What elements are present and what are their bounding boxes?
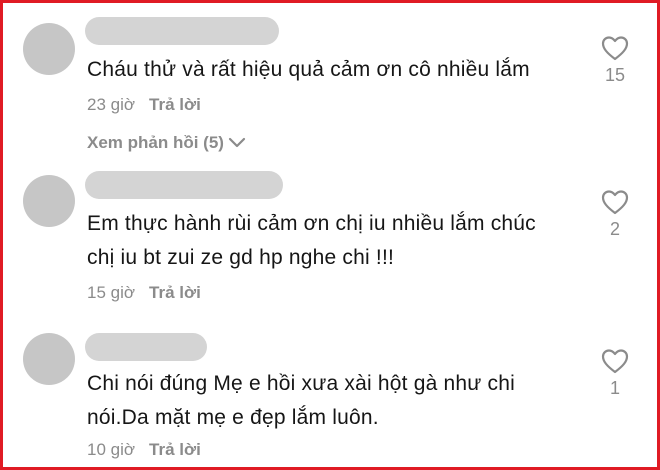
like-count: 1 [609, 378, 620, 398]
comment-text-line: Cháu thử và rất hiệu quả cảm ơn cô nhiều… [87, 58, 530, 81]
reply-button[interactable]: Trả lời [149, 283, 201, 302]
reply-button[interactable]: Trả lời [149, 95, 201, 114]
avatar[interactable] [23, 175, 75, 227]
comment-text: Em thực hành rùi cảm ơn chị iu nhiều lắm… [87, 207, 587, 275]
comment-meta: 10 giờ Trả lời [87, 440, 201, 460]
chevron-down-icon [228, 134, 246, 154]
comment-time: 10 giờ [87, 440, 136, 459]
comment-text: Chi nói đúng Mẹ e hồi xưa xài hột gà như… [87, 367, 587, 435]
redacted-username[interactable] [85, 333, 207, 361]
view-replies-label: Xem phản hồi (5) [87, 133, 224, 152]
avatar[interactable] [23, 333, 75, 385]
comment-text-line: nói.Da mặt mẹ e đẹp lắm luôn. [87, 406, 379, 429]
like-button[interactable]: 2 [595, 189, 635, 240]
view-replies-button[interactable]: Xem phản hồi (5) [87, 133, 246, 154]
like-button[interactable]: 1 [595, 348, 635, 399]
comment-text-line: chị iu bt zui ze gd hp nghe chi !!! [87, 246, 395, 269]
comment-text: Cháu thử và rất hiệu quả cảm ơn cô nhiều… [87, 53, 587, 87]
comment-text-line: Em thực hành rùi cảm ơn chị iu nhiều lắm… [87, 212, 536, 235]
heart-outline-icon [595, 348, 635, 374]
comment-meta: 15 giờ Trả lời [87, 283, 201, 303]
like-count: 15 [604, 65, 626, 85]
reply-button[interactable]: Trả lời [149, 440, 201, 459]
like-count: 2 [609, 219, 620, 239]
comment-time: 23 giờ [87, 95, 136, 114]
avatar[interactable] [23, 23, 75, 75]
comments-panel: Cháu thử và rất hiệu quả cảm ơn cô nhiều… [0, 0, 660, 470]
comment-meta: 23 giờ Trả lời [87, 95, 201, 115]
heart-outline-icon [595, 35, 635, 61]
redacted-username[interactable] [85, 171, 283, 199]
comment-time: 15 giờ [87, 283, 136, 302]
heart-outline-icon [595, 189, 635, 215]
comment-text-line: Chi nói đúng Mẹ e hồi xưa xài hột gà như… [87, 372, 516, 395]
like-button[interactable]: 15 [595, 35, 635, 86]
redacted-username[interactable] [85, 17, 279, 45]
